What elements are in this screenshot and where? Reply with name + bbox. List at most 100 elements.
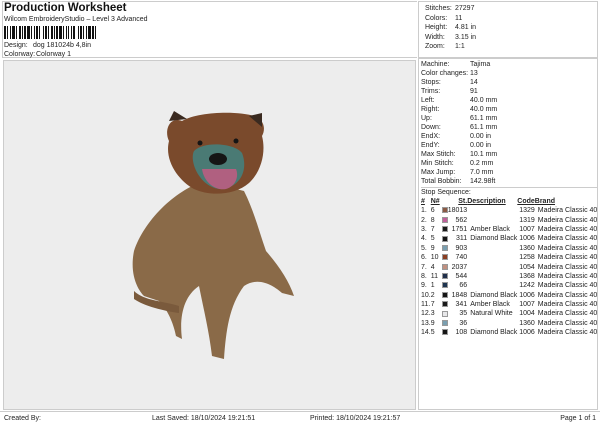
thread-brand: Madeira Classic 40: [537, 244, 598, 252]
stat-value: 3.15 in: [455, 33, 477, 41]
info-label: Color changes:: [421, 70, 469, 77]
table-row: 11. 7 341 Amber Black 1007 Madeira Classic 40: [421, 300, 597, 309]
needle-number: 10: [430, 254, 439, 262]
stat-value: 27297: [455, 5, 475, 12]
thread-brand: Madeira Classic 40: [537, 254, 598, 262]
software-name: Wilcom EmbroideryStudio – Level 3 Advanc…: [4, 16, 148, 23]
info-value: 40.0 mm: [470, 106, 498, 113]
table-row: 3. 7 1751 Amber Black 1007 Madeira Classic 40: [421, 225, 597, 234]
thread-code: 1004: [519, 310, 535, 318]
color-swatch: [441, 291, 448, 298]
stitch-count: 1848: [451, 291, 468, 299]
info-row: Trims: 91: [421, 87, 597, 96]
needle-cell: 7: [431, 300, 448, 309]
thread-brand: Madeira Classic 40: [537, 319, 598, 327]
info-row: EndX: 0.00 in: [421, 132, 597, 141]
needle-cell: 9: [431, 319, 448, 328]
stop-number: 14.: [421, 329, 431, 337]
table-row: 2. 8 562 1319 Madeira Classic 40: [421, 215, 597, 224]
needle-cell: 5: [431, 234, 448, 243]
table-row: 4. 5 311 Diamond Black 1006 Madeira Classic 4…: [421, 234, 597, 243]
description: [467, 281, 517, 290]
info-label: Left:: [421, 97, 435, 104]
stitch-count: 66: [459, 282, 468, 290]
table-row: 14. 5 108 Diamond Black 1006 Madeira Classic …: [421, 328, 597, 337]
info-label: Trims:: [421, 88, 441, 95]
info-label: EndX:: [421, 133, 441, 140]
stat-label: Height:: [425, 24, 448, 31]
column-header: Brand: [534, 198, 556, 205]
design-name: dog 181024b 4,8in: [33, 42, 91, 49]
stop-number: 1.: [421, 207, 427, 215]
description: Natural White: [470, 310, 513, 318]
info-row: Machine: Tajima: [421, 60, 597, 69]
color-swatch: [441, 235, 448, 242]
info-value: 0.00 in: [470, 142, 492, 149]
thread-brand: Madeira Classic 40: [537, 301, 598, 309]
needle-cell: 6: [431, 206, 448, 215]
stats-box: Stitches: 27297 Colors: 11 Height: 4.81 in Wid…: [418, 1, 598, 58]
stop-number: 5.: [421, 244, 427, 252]
column-header: N#: [430, 198, 440, 205]
needle-cell: 3: [431, 309, 448, 318]
stop-number: 11.: [421, 301, 431, 309]
description: Diamond Black: [470, 235, 518, 243]
info-row: Stops: 14: [421, 78, 597, 87]
stat-row: Colors: 11: [425, 14, 597, 24]
color-swatch: [441, 254, 448, 261]
description: [467, 215, 517, 224]
color-swatch: [441, 282, 448, 289]
printed-date: Printed: 18/10/2024 19:21:57: [310, 414, 401, 422]
description: [467, 206, 517, 215]
info-value: 14: [470, 79, 478, 86]
footer: Created By: Last Saved: 18/10/2024 19:21…: [0, 411, 600, 424]
stitch-count: 18013: [447, 207, 468, 215]
needle-cell: 10: [431, 253, 448, 262]
stitch-count: 36: [459, 319, 468, 327]
needle-number: 1: [430, 282, 435, 290]
color-swatch: [441, 226, 448, 233]
info-value: 40.0 mm: [470, 97, 498, 104]
stop-number: 7.: [421, 263, 427, 271]
needle-number: 7: [430, 301, 435, 309]
stop-number: 10.: [421, 291, 431, 299]
info-row: Color changes: 13: [421, 69, 597, 78]
needle-number: 5: [430, 329, 435, 337]
thread-code: 1007: [519, 301, 535, 309]
color-swatch: [441, 329, 448, 336]
needle-number: 5: [430, 235, 435, 243]
column-header: Code: [517, 198, 535, 205]
info-value: 0.2 mm: [470, 160, 494, 167]
table-row: 5. 9 903 1360 Madeira Classic 40: [421, 244, 597, 253]
colorway-label: Colorway:: [4, 51, 36, 58]
stop-number: 4.: [421, 235, 427, 243]
thread-brand: Madeira Classic 40: [537, 329, 598, 337]
stitch-count: 544: [455, 272, 468, 280]
info-label: Stops:: [421, 79, 441, 86]
stop-sequence-title: Stop Sequence:: [421, 187, 597, 197]
needle-number: 9: [430, 319, 435, 327]
stitch-count: 108: [455, 329, 468, 337]
thread-brand: Madeira Classic 40: [537, 291, 598, 299]
stat-label: Zoom:: [425, 43, 445, 50]
info-value: 13: [470, 70, 478, 77]
info-row: Left: 40.0 mm: [421, 96, 597, 105]
description: [467, 262, 517, 271]
needle-cell: 8: [431, 215, 448, 224]
info-value: 61.1 mm: [470, 124, 498, 131]
stat-row: Width: 3.15 in: [425, 33, 597, 43]
info-row: Up: 61.1 mm: [421, 114, 597, 123]
description: Diamond Black: [470, 291, 518, 299]
thread-brand: Madeira Classic 40: [537, 282, 598, 290]
stat-label: Stitches:: [425, 5, 452, 12]
design-label: Design:: [4, 42, 28, 49]
stitch-count: 903: [455, 244, 468, 252]
needle-number: 9: [430, 244, 435, 252]
table-row: 10. 2 1848 Diamond Black 1006 Madeira Classic…: [421, 291, 597, 300]
stop-number: 2.: [421, 216, 427, 224]
thread-code: 1360: [519, 319, 535, 327]
color-swatch: [441, 301, 448, 308]
description: [467, 319, 517, 328]
stop-number: 8.: [421, 272, 427, 280]
stitch-count: 341: [455, 301, 468, 309]
